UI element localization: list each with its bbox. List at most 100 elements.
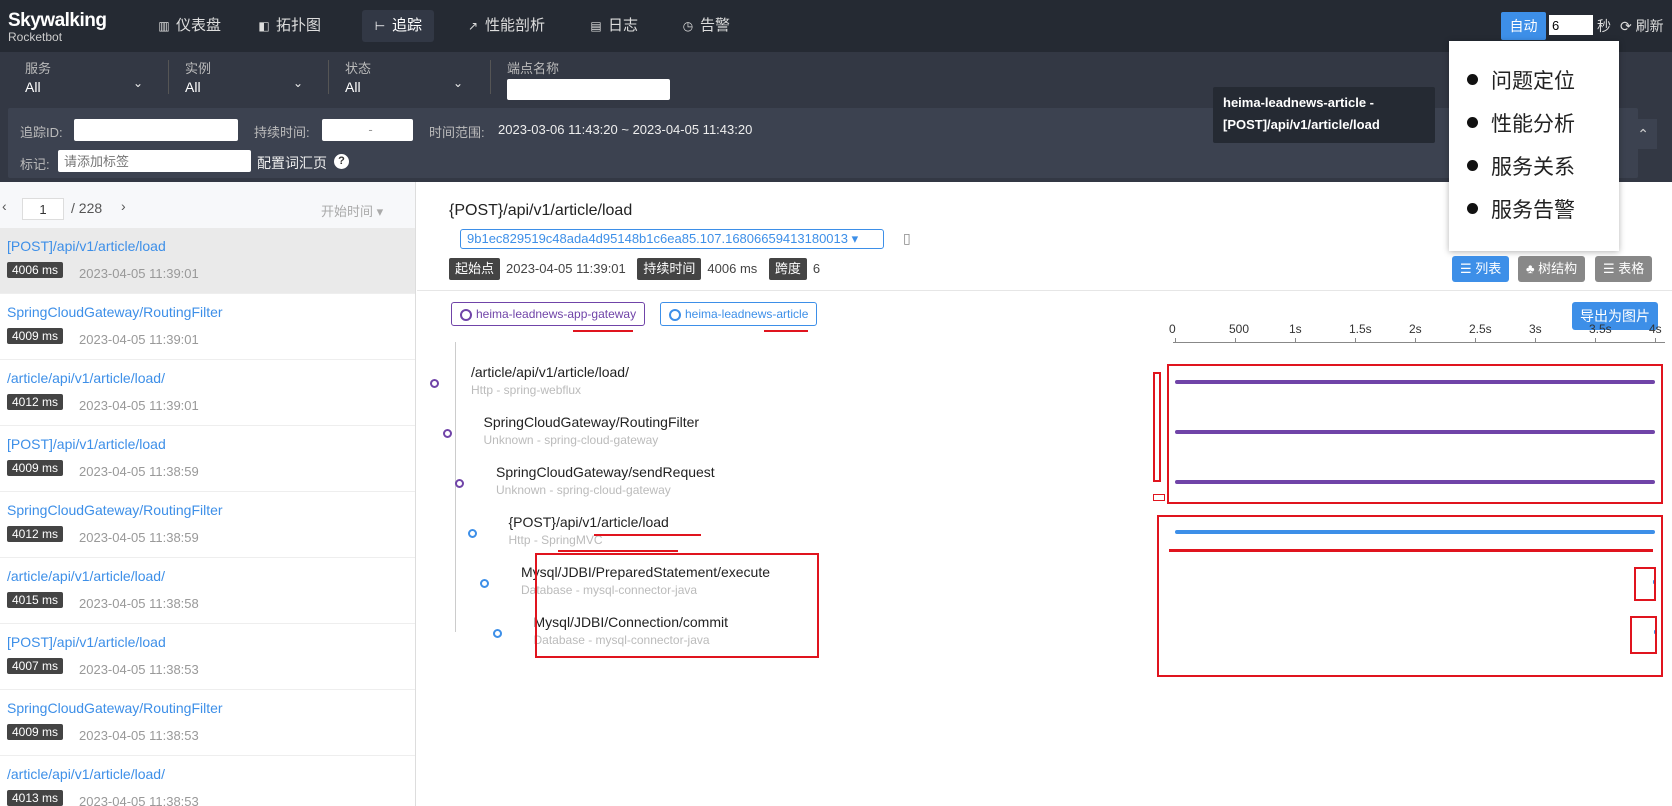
span-node-icon[interactable] <box>467 529 477 538</box>
axis-tick <box>1595 338 1596 342</box>
nav-alarm[interactable]: ◷ 告警 <box>670 10 742 42</box>
annotation-box <box>1153 494 1165 501</box>
annotation-box <box>1157 515 1663 677</box>
span-row[interactable]: SpringCloudGateway/sendRequest Unknown - … <box>496 464 715 497</box>
menu-item-issue-locate[interactable]: 问题定位 <box>1449 65 1619 108</box>
trace-list-item[interactable]: SpringCloudGateway/RoutingFilter 4009 ms 2… <box>0 690 415 756</box>
nav-label: 日志 <box>608 17 639 34</box>
trace-id-input[interactable] <box>74 119 238 141</box>
topology-icon: ◧ <box>258 19 270 33</box>
config-vocab-link[interactable]: 配置词汇页 <box>257 153 327 173</box>
trace-list-item[interactable]: [POST]/api/v1/article/load 4006 ms 2023-04… <box>0 228 415 294</box>
nav-log[interactable]: ▤ 日志 <box>578 10 650 42</box>
trace-start-time: 2023-04-05 11:38:53 <box>79 728 199 743</box>
trace-list-item[interactable]: SpringCloudGateway/RoutingFilter 4012 ms 2… <box>0 492 415 558</box>
nav-profile[interactable]: ↗ 性能剖析 <box>455 10 557 42</box>
view-tree-button[interactable]: ♣ 树结构 <box>1518 256 1586 282</box>
view-table-button[interactable]: ☰ 表格 <box>1595 256 1653 282</box>
trace-meta: 起始点 2023-04-05 11:39:01 持续时间 4006 ms 跨度 6 <box>449 258 828 280</box>
duration-badge: 4012 ms <box>7 526 64 542</box>
endpoint-label: 端点名称 <box>507 61 560 76</box>
trace-start-time: 2023-04-05 11:38:58 <box>79 596 199 611</box>
chevron-down-icon: ⌄ <box>133 76 144 90</box>
endpoint-filter: 端点名称 <box>507 58 670 100</box>
duration-input[interactable]: - <box>322 119 413 141</box>
annotation-underline <box>558 550 678 552</box>
logo: Skywalking Rocketbot <box>8 10 107 44</box>
trace-start-time: 2023-04-05 11:39:01 <box>79 332 199 347</box>
duration-badge: 4006 ms <box>7 262 64 278</box>
duration-badge: 4015 ms <box>7 592 64 608</box>
dashboard-icon: ▥ <box>158 19 170 33</box>
span-row[interactable]: /article/api/v1/article/load/Http - spri… <box>471 364 629 397</box>
logo-title: Skywalking <box>8 10 107 31</box>
profile-icon: ↗ <box>467 19 479 33</box>
span-node-icon[interactable] <box>480 579 489 588</box>
trace-start-time: 2023-04-05 11:38:59 <box>79 464 199 479</box>
refresh-icon: ⟳ <box>1620 18 1636 34</box>
span-row[interactable]: {POST}/api/v1/article/load Http - SpringM… <box>509 514 669 547</box>
span-node-icon[interactable] <box>442 429 452 438</box>
duration-label: 持续时间: <box>254 125 310 140</box>
trace-list: [POST]/api/v1/article/load 4006 ms 2023-04… <box>0 228 415 806</box>
page-input[interactable] <box>22 198 64 220</box>
sort-select[interactable]: 开始时间 ▾ <box>321 201 383 220</box>
trace-id-label: 追踪ID: <box>20 125 63 140</box>
axis-tick <box>1175 338 1176 342</box>
axis-tick <box>1475 338 1476 342</box>
trace-list-item[interactable]: /article/api/v1/article/load/4013 ms 2023… <box>0 756 415 806</box>
service-select[interactable]: 服务 All ⌄ <box>25 58 147 95</box>
auto-refresh-button[interactable]: 自动 <box>1501 12 1546 40</box>
nav-trace[interactable]: ⊢ 追踪 <box>362 10 435 42</box>
span-value: 6 <box>812 261 821 276</box>
axis-tick-label: 2.5s <box>1469 322 1492 336</box>
logo-subtitle: Rocketbot <box>8 30 63 44</box>
start-label: 起始点 <box>449 258 501 280</box>
trace-list-item[interactable]: [POST]/api/v1/article/load 4007 ms 2023-04… <box>0 624 415 690</box>
trace-list-item[interactable]: SpringCloudGateway/RoutingFilter 4009 ms 2… <box>0 294 415 360</box>
span-node-icon[interactable] <box>492 629 502 638</box>
status-select[interactable]: 状态 All ⌄ <box>345 58 467 95</box>
status-label: 状态 <box>345 61 372 76</box>
span-row[interactable]: SpringCloudGateway/RoutingFilter Unknown … <box>484 414 700 447</box>
axis-tick-label: 2s <box>1409 322 1422 336</box>
endpoint-input[interactable] <box>507 79 670 100</box>
tag-label: 标记: <box>20 157 50 172</box>
nav-topology[interactable]: ◧ 拓扑图 <box>246 10 333 42</box>
axis-tick <box>1235 338 1236 342</box>
clipboard-icon[interactable]: ▯ <box>903 230 911 247</box>
refresh-interval-input[interactable] <box>1549 15 1593 35</box>
trace-id-select[interactable]: 9b1ec829519c48ada4d95148b1c6ea85.107.168… <box>460 229 884 249</box>
axis-tick <box>1655 338 1656 342</box>
trace-list-item[interactable]: [POST]/api/v1/article/load 4009 ms 2023-04… <box>0 426 415 492</box>
tag-input[interactable] <box>58 150 251 172</box>
trace-endpoint-name: [POST]/api/v1/article/load <box>7 238 166 254</box>
trace-endpoint-name: SpringCloudGateway/RoutingFilter <box>7 304 223 320</box>
trace-icon: ⊢ <box>374 19 386 33</box>
menu-item-perf-analysis[interactable]: 性能分析 <box>1449 108 1619 151</box>
chevron-left-icon[interactable]: ‹ <box>2 198 7 214</box>
span-node-icon[interactable] <box>430 379 439 388</box>
span-name: SpringCloudGateway/sendRequest <box>496 464 715 480</box>
duration-tag: 持续时间 <box>637 258 702 280</box>
chevron-right-icon[interactable]: › <box>121 198 126 214</box>
trace-start-time: 2023-04-05 11:38:59 <box>79 530 199 545</box>
nav-label: 拓扑图 <box>276 17 322 34</box>
nav-dashboard[interactable]: ▥ 仪表盘 <box>146 10 233 42</box>
chevron-up-icon: ⌃ <box>1637 126 1649 142</box>
trace-endpoint-name: SpringCloudGateway/RoutingFilter <box>7 502 223 518</box>
annotation-underline <box>1169 549 1653 552</box>
span-name: /article/api/v1/article/load/ <box>471 364 629 380</box>
trace-title: {POST}/api/v1/article/load <box>449 202 633 219</box>
refresh-button[interactable]: ⟳ 刷新 <box>1620 16 1664 36</box>
help-icon[interactable]: ? <box>334 154 349 169</box>
span-node-icon[interactable] <box>455 479 464 488</box>
time-range-value[interactable]: 2023-03-06 11:43:20 ~ 2023-04-05 11:43:2… <box>498 122 752 137</box>
instance-select[interactable]: 实例 All ⌄ <box>185 58 307 95</box>
axis-tick-label: 1.5s <box>1349 322 1372 336</box>
view-list-button[interactable]: ☰ 列表 <box>1452 256 1510 282</box>
trace-list-item[interactable]: /article/api/v1/article/load/4012 ms 2023… <box>0 360 415 426</box>
time-axis: 0 500 1s 1.5s 2s 2.5s 3s 3.5s 4s <box>417 314 1672 343</box>
duration-badge: 4012 ms <box>7 394 64 410</box>
trace-list-item[interactable]: /article/api/v1/article/load/4015 ms 2023… <box>0 558 415 624</box>
